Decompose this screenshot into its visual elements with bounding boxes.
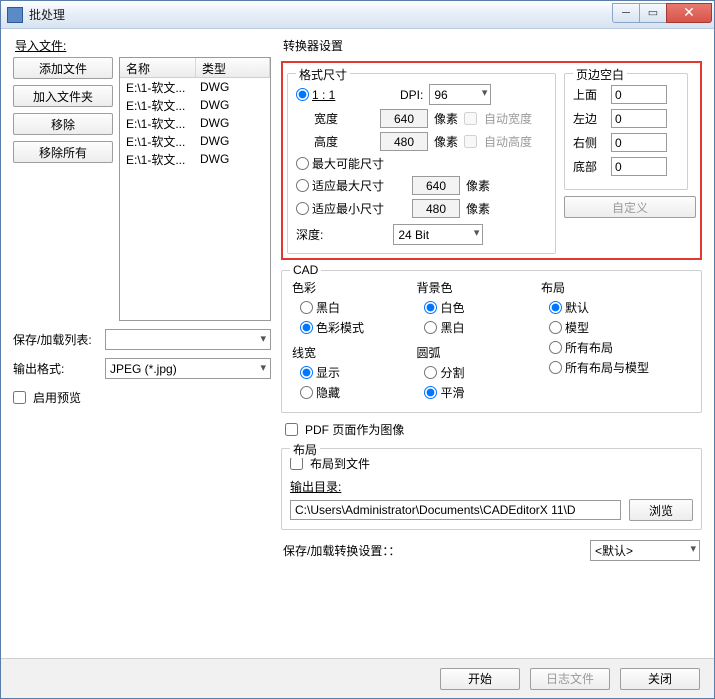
fit-max-input[interactable] (412, 176, 460, 195)
maximize-button[interactable]: ▭ (639, 3, 667, 23)
dpi-select[interactable]: 96 (429, 84, 491, 105)
lw-hide-radio[interactable]: 隐藏 (300, 384, 408, 401)
start-button[interactable]: 开始 (440, 668, 520, 690)
enable-preview-checkbox[interactable]: 启用预览 (13, 389, 271, 406)
width-label: 宽度 (296, 110, 374, 127)
height-input[interactable] (380, 132, 428, 151)
browse-button[interactable]: 浏览 (629, 499, 693, 521)
converter-title: 转换器设置 (283, 37, 702, 54)
depth-select[interactable]: 24 Bit (393, 224, 483, 245)
dialog-button-bar: 开始 日志文件 关闭 (1, 658, 714, 698)
ratio-1-1-radio[interactable]: 1 : 1 (296, 88, 374, 102)
format-size-group: 格式尺寸 1 : 1 DPI: 96 宽度 像素 自动宽度 (287, 73, 556, 254)
bg-black-radio[interactable]: 黑白 (424, 319, 532, 336)
app-icon (7, 7, 23, 23)
output-format-label: 输出格式: (13, 360, 99, 377)
table-row[interactable]: E:\1-软文...DWG (120, 114, 270, 132)
highlighted-area: 格式尺寸 1 : 1 DPI: 96 宽度 像素 自动宽度 (281, 61, 702, 260)
add-file-button[interactable]: 添加文件 (13, 57, 113, 79)
auto-height-checkbox: 自动高度 (464, 133, 532, 150)
auto-width-checkbox: 自动宽度 (464, 110, 532, 127)
remove-all-button[interactable]: 移除所有 (13, 141, 113, 163)
arc-smooth-radio[interactable]: 平滑 (424, 384, 532, 401)
save-conv-label: 保存/加载转换设置：： (283, 542, 400, 559)
close-button[interactable]: ✕ (666, 3, 712, 23)
custom-button: 自定义 (564, 196, 696, 218)
table-row[interactable]: E:\1-软文...DWG (120, 78, 270, 96)
file-list[interactable]: 名称 类型 E:\1-软文...DWGE:\1-软文...DWGE:\1-软文.… (119, 57, 271, 321)
bg-white-radio[interactable]: 白色 (424, 299, 532, 316)
import-label: 导入文件: (15, 37, 271, 54)
save-list-combo[interactable] (105, 329, 271, 350)
table-row[interactable]: E:\1-软文...DWG (120, 96, 270, 114)
add-folder-button[interactable]: 加入文件夹 (13, 85, 113, 107)
save-conv-select[interactable]: <默认> (590, 540, 700, 561)
dpi-label: DPI: (400, 88, 423, 102)
table-row[interactable]: E:\1-软文...DWG (120, 150, 270, 168)
width-input[interactable] (380, 109, 428, 128)
margin-group: 页边空白 上面 左边 右侧 底部 (564, 73, 688, 190)
output-format-combo[interactable]: JPEG (*.jpg) (105, 358, 271, 379)
log-file-button: 日志文件 (530, 668, 610, 690)
output-dir-input[interactable] (290, 500, 621, 520)
pdf-as-image-checkbox[interactable]: PDF 页面作为图像 (285, 421, 702, 438)
layout-allm-radio[interactable]: 所有布局与模型 (549, 359, 693, 376)
lw-show-radio[interactable]: 显示 (300, 364, 408, 381)
layout-all-radio[interactable]: 所有布局 (549, 339, 693, 356)
layout-to-file-checkbox[interactable]: 布局到文件 (290, 455, 693, 472)
outdir-label: 输出目录: (290, 478, 693, 495)
close-dialog-button[interactable]: 关闭 (620, 668, 700, 690)
margin-right-input[interactable] (611, 133, 667, 152)
margin-top-input[interactable] (611, 85, 667, 104)
max-size-radio[interactable]: 最大可能尺寸 (296, 155, 384, 172)
layout-model-radio[interactable]: 模型 (549, 319, 693, 336)
col-name[interactable]: 名称 (120, 58, 196, 77)
window-title: 批处理 (29, 6, 613, 23)
minimize-button[interactable]: ─ (612, 3, 640, 23)
height-label: 高度 (296, 133, 374, 150)
fit-max-radio[interactable]: 适应最大尺寸 (296, 177, 406, 194)
cad-group: CAD 色彩 黑白 色彩模式 线宽 显示 隐藏 背景色 白色 黑白 圆弧 (281, 270, 702, 413)
table-row[interactable]: E:\1-软文...DWG (120, 132, 270, 150)
color-mode-radio[interactable]: 色彩模式 (300, 319, 408, 336)
col-type[interactable]: 类型 (196, 58, 270, 77)
titlebar: 批处理 ─ ▭ ✕ (1, 1, 714, 29)
arc-split-radio[interactable]: 分割 (424, 364, 532, 381)
layout-default-radio[interactable]: 默认 (549, 299, 693, 316)
save-list-label: 保存/加载列表: (13, 331, 99, 348)
margin-left-input[interactable] (611, 109, 667, 128)
fit-min-radio[interactable]: 适应最小尺寸 (296, 200, 406, 217)
layout-group: 布局 布局到文件 输出目录: 浏览 (281, 448, 702, 530)
color-bw-radio[interactable]: 黑白 (300, 299, 408, 316)
fit-min-input[interactable] (412, 199, 460, 218)
depth-label: 深度: (296, 226, 323, 243)
remove-button[interactable]: 移除 (13, 113, 113, 135)
margin-bottom-input[interactable] (611, 157, 667, 176)
